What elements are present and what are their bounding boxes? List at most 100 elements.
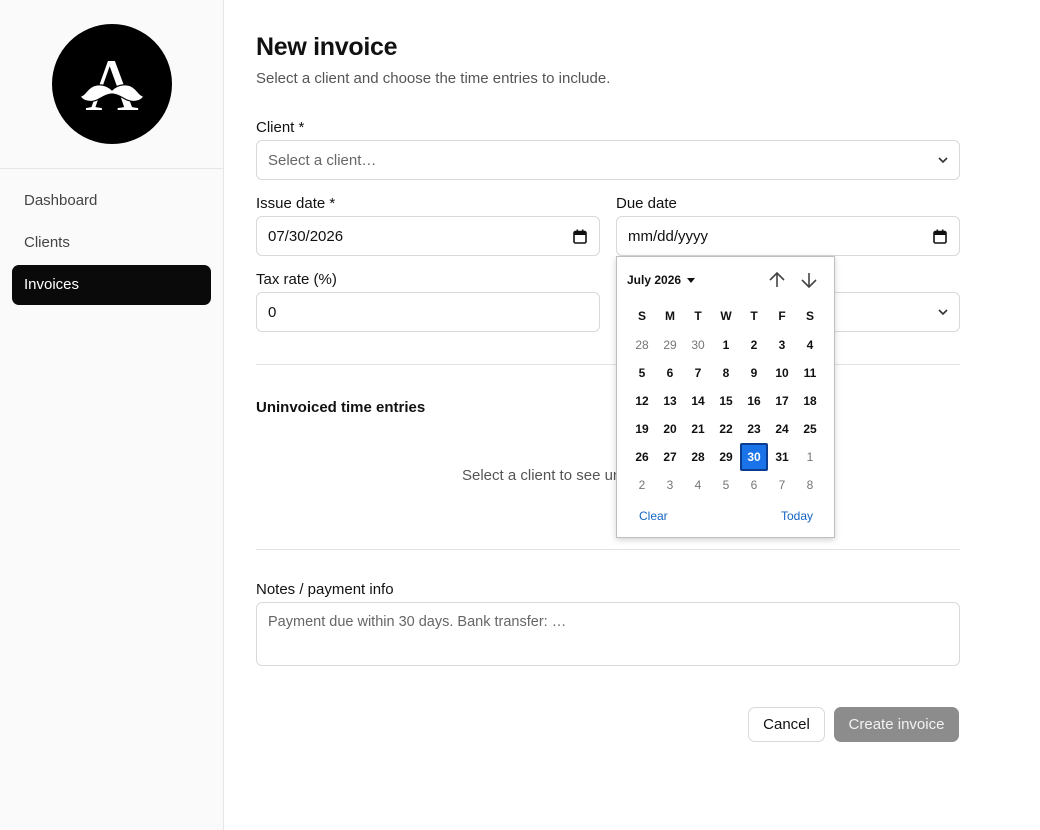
calendar-day[interactable]: 31 [768,443,796,471]
weekday-label: F [778,309,786,323]
calendar-icon[interactable] [573,229,587,244]
calendar-day[interactable]: 7 [768,471,796,499]
previous-month-button[interactable] [766,269,788,291]
calendar-day[interactable]: 26 [628,443,656,471]
calendar-day[interactable]: 15 [712,387,740,415]
client-select-placeholder: Select a client… [268,151,377,169]
issue-date-label: Issue date * [256,195,336,212]
calendar-day[interactable]: 12 [628,387,656,415]
arrow-down-icon [801,273,817,289]
calendar-day[interactable]: 8 [712,359,740,387]
due-date-input[interactable]: mm/dd/yyyy [616,216,960,256]
calendar-day[interactable]: 25 [796,415,824,443]
calendar-day[interactable]: 22 [712,415,740,443]
calendar-day-selected[interactable]: 30 [740,443,768,471]
next-month-button[interactable] [798,269,820,291]
calendar-day[interactable]: 6 [740,471,768,499]
calendar-day[interactable]: 28 [628,331,656,359]
due-date-placeholder: mm/dd/yyyy [628,227,709,245]
page-subtitle: Select a client and choose the time entr… [256,70,611,87]
clear-date-button[interactable]: Clear [639,509,668,523]
weekday-label: T [694,309,702,323]
notes-label: Notes / payment info [256,581,394,598]
tax-rate-value: 0 [268,303,277,321]
weekday-label: T [750,309,758,323]
calendar-day[interactable]: 21 [684,415,712,443]
calendar-day[interactable]: 13 [656,387,684,415]
client-select[interactable]: Select a client… [256,140,960,180]
calendar-day[interactable]: 29 [712,443,740,471]
issue-date-value: 07/30/2026 [268,227,344,245]
section-divider [256,364,960,365]
calendar-week-row: 26 27 28 29 30 31 1 [628,443,824,471]
page-title: New invoice [256,33,398,61]
calendar-grid: 28 29 30 1 2 3 4 5 6 7 8 9 10 11 12 13 14 15 16 17 18 19 20 21 2… [628,331,824,499]
calendar-day[interactable]: 17 [768,387,796,415]
calendar-day[interactable]: 18 [796,387,824,415]
calendar-day[interactable]: 23 [740,415,768,443]
calendar-week-row: 5 6 7 8 9 10 11 [628,359,824,387]
calendar-day[interactable]: 29 [656,331,684,359]
calendar-day[interactable]: 4 [796,331,824,359]
tax-rate-label: Tax rate (%) [256,271,337,288]
month-year-label: July 2026 [627,273,682,287]
sidebar-item-dashboard[interactable]: Dashboard [12,181,211,221]
weekday-label: S [805,309,814,323]
section-divider [256,549,960,550]
calendar-day[interactable]: 2 [628,471,656,499]
calendar-day[interactable]: 19 [628,415,656,443]
sidebar-item-invoices[interactable]: Invoices [12,265,211,305]
mustache-a-logo-icon: A [79,45,145,127]
today-button[interactable]: Today [781,509,813,523]
month-year-selector[interactable]: July 2026 [627,273,696,287]
sidebar-item-clients[interactable]: Clients [12,223,211,263]
calendar-day[interactable]: 28 [684,443,712,471]
caret-down-icon [687,278,696,283]
calendar-week-row: 2345678 [628,471,824,499]
calendar-week-row: 19 20 21 22 23 24 25 [628,415,824,443]
tax-rate-input[interactable]: 0 [256,292,600,332]
calendar-week-row: 28 29 30 1 2 3 4 [628,331,824,359]
sidebar: A Dashboard Clients Invoices [0,0,224,830]
calendar-icon[interactable] [933,229,947,244]
calendar-day[interactable]: 3 [768,331,796,359]
calendar-day[interactable]: 14 [684,387,712,415]
chevron-down-icon [938,157,948,164]
sidebar-nav: Dashboard Clients Invoices [12,181,211,307]
calendar-day[interactable]: 5 [712,471,740,499]
calendar-day[interactable]: 10 [768,359,796,387]
create-invoice-button[interactable]: Create invoice [834,707,959,742]
calendar-day[interactable]: 1 [796,443,824,471]
chevron-down-icon [938,309,948,316]
logo-area: A [0,0,223,169]
calendar-day[interactable]: 4 [684,471,712,499]
calendar-day[interactable]: 24 [768,415,796,443]
calendar-day[interactable]: 30 [684,331,712,359]
calendar-week-row: 12 13 14 15 16 17 18 [628,387,824,415]
calendar-day[interactable]: 16 [740,387,768,415]
weekday-label: S [637,309,646,323]
issue-date-input[interactable]: 07/30/2026 [256,216,600,256]
calendar-day[interactable]: 20 [656,415,684,443]
cancel-button[interactable]: Cancel [748,707,825,742]
weekday-label: W [720,309,732,323]
weekday-header: S M T W T F S [628,309,824,323]
due-date-label: Due date [616,195,677,212]
notes-textarea[interactable]: Payment due within 30 days. Bank transfe… [256,602,960,666]
brand-logo[interactable]: A [52,24,172,144]
calendar-day[interactable]: 6 [656,359,684,387]
date-picker-popup: July 2026 S M T W T F S 28 29 30 1 2 3 4 5 6 7 8 9 1… [616,256,835,538]
calendar-day[interactable]: 1 [712,331,740,359]
calendar-day[interactable]: 11 [796,359,824,387]
time-entries-empty-message: Select a client to see un [462,467,622,484]
calendar-day[interactable]: 5 [628,359,656,387]
arrow-up-icon [769,271,785,287]
calendar-day[interactable]: 27 [656,443,684,471]
client-label: Client * [256,119,305,136]
calendar-day[interactable]: 7 [684,359,712,387]
calendar-day[interactable]: 9 [740,359,768,387]
calendar-day[interactable]: 8 [796,471,824,499]
time-entries-title: Uninvoiced time entries [256,399,426,416]
calendar-day[interactable]: 2 [740,331,768,359]
calendar-day[interactable]: 3 [656,471,684,499]
